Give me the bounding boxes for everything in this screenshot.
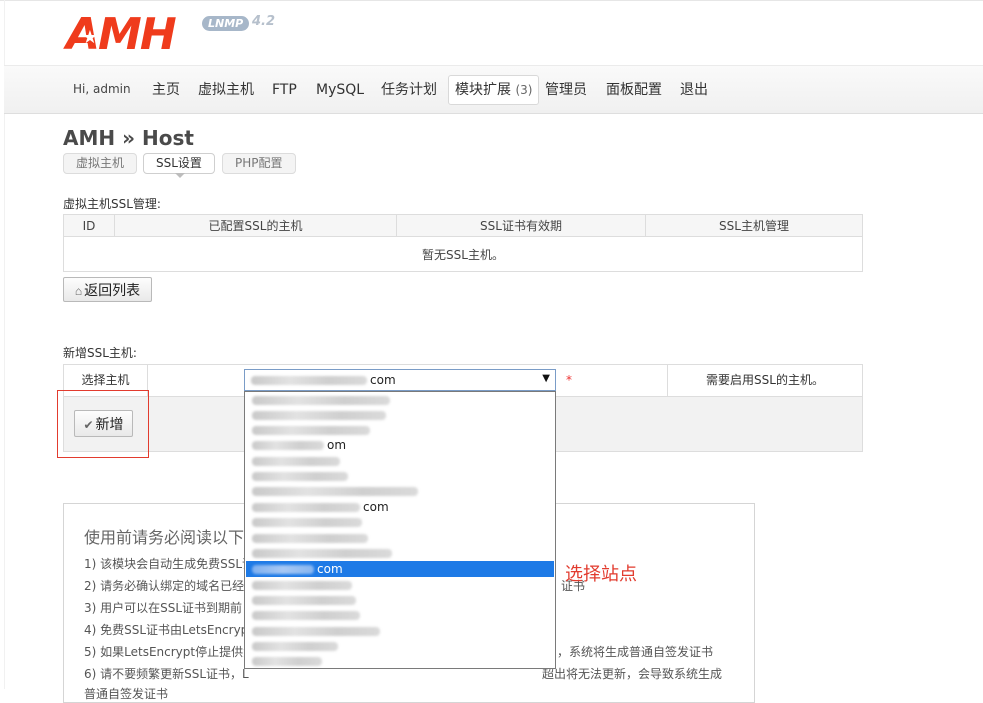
dropdown-option[interactable]: [246, 407, 554, 423]
notice-line-2: 2) 请务必确认绑定的域名已经: [84, 579, 245, 593]
notice-line-3: 3) 用户可以在SSL证书到期前: [84, 601, 243, 615]
nav-item-modules[interactable]: 模块扩展 (3): [448, 75, 540, 105]
host-select[interactable]: com ▼: [244, 369, 556, 391]
redacted-domain: [252, 440, 324, 450]
redacted-domain: [252, 656, 322, 666]
logo-version: 4.2: [252, 14, 276, 29]
dropdown-option[interactable]: [246, 483, 554, 499]
dropdown-option[interactable]: [246, 638, 554, 654]
dropdown-option[interactable]: [246, 577, 554, 593]
select-host-description: 需要启用SSL的主机。: [667, 365, 862, 396]
back-to-list-label: 返回列表: [84, 281, 141, 298]
host-select-suffix: com: [370, 373, 396, 387]
dropdown-option[interactable]: [246, 653, 554, 669]
notice-title: 使用前请务必阅读以下: [84, 528, 245, 547]
redacted-domain: [252, 641, 338, 651]
redacted-domain: [252, 425, 370, 435]
logo-badge: LNMP: [202, 16, 250, 31]
dropdown-option-suffix: com: [317, 562, 343, 576]
col-ssl-expiry: SSL证书有效期: [396, 214, 646, 237]
dropdown-arrow-icon: ▼: [542, 373, 550, 384]
redacted-domain: [252, 410, 386, 420]
redacted-domain: [252, 564, 314, 574]
dropdown-option[interactable]: [246, 530, 554, 546]
host-select-value: com: [251, 373, 396, 387]
nav-item-cron[interactable]: 任务计划: [381, 80, 437, 100]
table-header-row: ID 已配置SSL的主机 SSL证书有效期 SSL主机管理: [63, 214, 863, 237]
empty-message: 暂无SSL主机。: [63, 236, 863, 272]
home-icon: ⌂: [74, 283, 83, 298]
notice-line-5: 5) 如果LetsEncrypt停止提供免: [84, 645, 256, 659]
page-title: AMH » Host: [63, 126, 194, 150]
redacted-domain: [252, 626, 380, 636]
tab-virtual-host[interactable]: 虚拟主机: [63, 153, 138, 174]
ssl-host-table: ID 已配置SSL的主机 SSL证书有效期 SSL主机管理 暂无SSL主机。: [63, 214, 863, 272]
nav-item-ftp[interactable]: FTP: [272, 80, 297, 100]
dropdown-option[interactable]: om: [246, 437, 554, 453]
redacted-domain: [252, 548, 392, 558]
add-ssl-label: 新增SSL主机:: [63, 346, 137, 360]
notice-line-6-tail: 超出将无法更新，会导致系统生成: [542, 667, 723, 681]
nav-item-virtual-host[interactable]: 虚拟主机: [198, 80, 254, 100]
annotation-select-site: 选择站点: [565, 564, 637, 585]
back-to-list-button[interactable]: ⌂ 返回列表: [63, 277, 152, 302]
dropdown-option[interactable]: [246, 514, 554, 530]
notice-line-1: 1) 该模块会自动生成免费SSL证: [84, 557, 255, 571]
tab-ssl-settings[interactable]: SSL设置: [143, 153, 215, 174]
dropdown-option-selected[interactable]: com: [246, 561, 554, 577]
required-mark: *: [566, 373, 572, 387]
nav-item-mysql[interactable]: MySQL: [316, 80, 364, 100]
nav-item-panel-config[interactable]: 面板配置: [606, 80, 662, 100]
nav-item-admin[interactable]: 管理员: [545, 80, 587, 100]
ssl-list-label: 虚拟主机SSL管理:: [63, 197, 161, 211]
redacted-domain: [252, 486, 418, 496]
redacted-domain: [252, 580, 352, 590]
dropdown-option[interactable]: [246, 453, 554, 469]
star-icon: ★: [81, 27, 99, 48]
dropdown-option[interactable]: com: [246, 499, 554, 515]
nav-item-logout[interactable]: 退出: [680, 80, 708, 100]
dropdown-option[interactable]: [246, 607, 554, 623]
redacted-domain: [252, 610, 360, 620]
redacted-domain: [252, 456, 340, 466]
redacted-domain: [251, 375, 367, 385]
tab-php-config[interactable]: PHP配置: [222, 153, 296, 174]
highlight-box: [57, 390, 149, 458]
dropdown-option[interactable]: [246, 545, 554, 561]
col-ssl-host: 已配置SSL的主机: [114, 214, 397, 237]
active-tab-caret: [175, 173, 185, 178]
dropdown-option[interactable]: [246, 422, 554, 438]
nav-greeting: Hi, admin: [73, 82, 131, 96]
dropdown-option[interactable]: [246, 623, 554, 639]
table-row: 暂无SSL主机。: [63, 236, 863, 272]
redacted-domain: [252, 517, 362, 527]
notice-line-5-tail: ，系统将生成普通自签发证书: [557, 645, 714, 659]
notice-line-7: 普通自签发证书: [84, 687, 169, 701]
col-id: ID: [63, 214, 115, 237]
dropdown-option[interactable]: [246, 592, 554, 608]
redacted-domain: [252, 395, 390, 405]
redacted-domain: [252, 533, 368, 543]
nav-item-modules-label: 模块扩展: [455, 82, 511, 98]
dropdown-option-suffix: om: [327, 438, 347, 452]
top-border: [0, 0, 983, 1]
col-ssl-manage: SSL主机管理: [645, 214, 863, 237]
dropdown-option-suffix: com: [363, 500, 389, 514]
notice-line-4: 4) 免费SSL证书由LetsEncrypt: [84, 623, 254, 637]
main-nav: Hi, admin 主页 虚拟主机 FTP MySQL 任务计划 模块扩展 (3…: [4, 65, 983, 114]
nav-item-home[interactable]: 主页: [152, 80, 180, 100]
host-select-dropdown[interactable]: om com com: [244, 391, 556, 669]
redacted-domain: [252, 471, 348, 481]
dropdown-option[interactable]: [246, 392, 554, 408]
nav-item-modules-count: (3): [515, 83, 533, 97]
notice-line-6: 6) 请不要频繁更新SSL证书，L: [84, 667, 249, 681]
redacted-domain: [252, 502, 360, 512]
redacted-domain: [252, 595, 356, 605]
dropdown-option[interactable]: [246, 468, 554, 484]
